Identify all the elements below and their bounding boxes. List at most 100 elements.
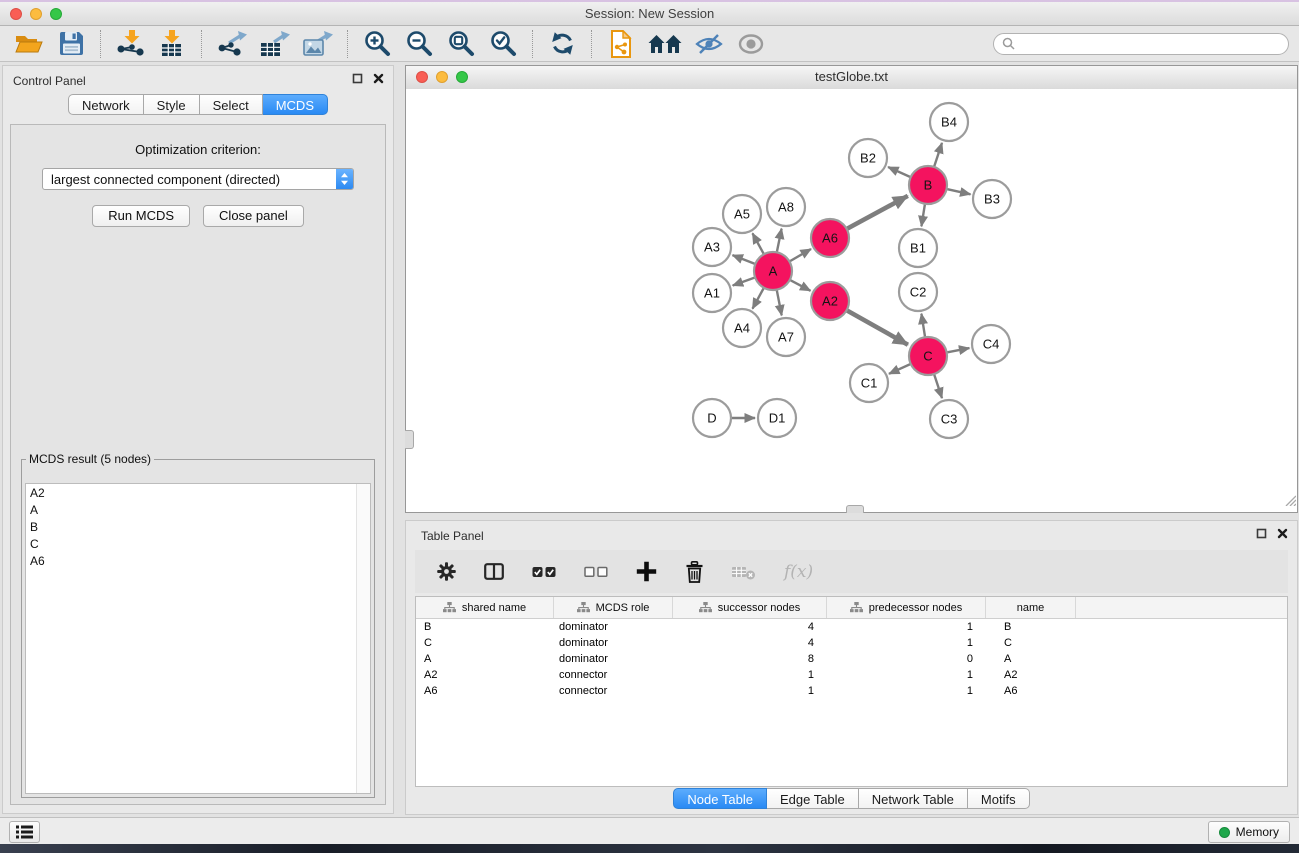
table-row[interactable]: A6connector11A6 bbox=[416, 683, 1287, 699]
table-cell[interactable]: 8 bbox=[673, 653, 827, 665]
create-column-icon[interactable] bbox=[636, 561, 657, 582]
resize-grip-icon[interactable] bbox=[1283, 493, 1296, 511]
table-cell[interactable]: 1 bbox=[673, 685, 827, 697]
graph-edge-C-C2[interactable] bbox=[921, 314, 925, 340]
graph-node-A[interactable]: A bbox=[754, 252, 792, 290]
graph-node-A2[interactable]: A2 bbox=[811, 282, 849, 320]
graph-node-D[interactable]: D bbox=[693, 399, 731, 437]
zoom-out-icon[interactable] bbox=[404, 28, 434, 60]
column-header-name[interactable]: name bbox=[986, 597, 1076, 618]
table-cell[interactable]: 1 bbox=[827, 685, 986, 697]
task-history-button[interactable] bbox=[9, 821, 40, 843]
export-table-icon[interactable] bbox=[259, 28, 290, 60]
graph-edge-C-C1[interactable] bbox=[889, 363, 913, 374]
import-network-icon[interactable] bbox=[115, 28, 145, 60]
network-window-titlebar[interactable]: testGlobe.txt bbox=[406, 66, 1297, 90]
network-minimize-icon[interactable] bbox=[436, 71, 448, 83]
graph-node-C[interactable]: C bbox=[909, 337, 947, 375]
select-all-columns-icon[interactable] bbox=[532, 566, 556, 578]
table-cell[interactable]: 4 bbox=[673, 621, 827, 633]
export-network-icon[interactable] bbox=[216, 28, 247, 60]
zoom-selected-icon[interactable] bbox=[488, 28, 518, 60]
graph-edge-C-C4[interactable] bbox=[945, 348, 970, 353]
graph-edge-A-A2[interactable] bbox=[788, 279, 811, 291]
close-panel-icon[interactable] bbox=[373, 73, 384, 84]
graph-node-C3[interactable]: C3 bbox=[930, 400, 968, 438]
network-maximize-icon[interactable] bbox=[456, 71, 468, 83]
graph-node-B1[interactable]: B1 bbox=[899, 229, 937, 267]
table-cell[interactable]: A6 bbox=[986, 685, 1076, 697]
graph-edge-A-A4[interactable] bbox=[753, 286, 765, 309]
table-cell[interactable]: C bbox=[416, 637, 554, 649]
column-header-successor-nodes[interactable]: successor nodes bbox=[673, 597, 827, 618]
table-row[interactable]: A2connector11A2 bbox=[416, 667, 1287, 683]
table-cell[interactable]: 1 bbox=[827, 669, 986, 681]
graph-node-A7[interactable]: A7 bbox=[767, 318, 805, 356]
result-scrollbar[interactable] bbox=[356, 484, 370, 793]
graph-edge-A2-C[interactable] bbox=[845, 309, 908, 344]
graph-node-B4[interactable]: B4 bbox=[930, 103, 968, 141]
show-graphics-details-icon[interactable] bbox=[736, 28, 766, 60]
delete-columns-icon[interactable] bbox=[685, 561, 704, 583]
tab-network-table[interactable]: Network Table bbox=[859, 788, 968, 809]
canvas-side-handle[interactable] bbox=[405, 430, 414, 449]
memory-button[interactable]: Memory bbox=[1208, 821, 1290, 843]
table-row[interactable]: Cdominator41C bbox=[416, 635, 1287, 651]
column-header-predecessor-nodes[interactable]: predecessor nodes bbox=[827, 597, 986, 618]
graph-node-B3[interactable]: B3 bbox=[973, 180, 1011, 218]
network-from-selection-icon[interactable] bbox=[606, 28, 636, 60]
graph-node-C4[interactable]: C4 bbox=[972, 325, 1010, 363]
table-cell[interactable]: B bbox=[416, 621, 554, 633]
table-cell[interactable]: A2 bbox=[986, 669, 1076, 681]
network-canvas[interactable]: AA1A2A3A4A5A6A7A8BB1B2B3B4CC1C2C3C4DD1 bbox=[406, 89, 1297, 512]
run-mcds-button[interactable]: Run MCDS bbox=[92, 205, 190, 227]
network-graph[interactable]: AA1A2A3A4A5A6A7A8BB1B2B3B4CC1C2C3C4DD1 bbox=[406, 89, 1297, 512]
table-cell[interactable]: dominator bbox=[554, 637, 673, 649]
table-cell[interactable]: A2 bbox=[416, 669, 554, 681]
table-cell[interactable]: A bbox=[986, 653, 1076, 665]
canvas-bottom-handle[interactable] bbox=[846, 505, 864, 513]
table-cell[interactable]: A bbox=[416, 653, 554, 665]
graph-edge-B-B1[interactable] bbox=[921, 202, 925, 227]
import-table-icon[interactable] bbox=[157, 28, 187, 60]
graph-node-C1[interactable]: C1 bbox=[850, 364, 888, 402]
graph-node-A8[interactable]: A8 bbox=[767, 188, 805, 226]
graph-edge-A-A6[interactable] bbox=[788, 249, 811, 263]
minimize-window-icon[interactable] bbox=[30, 8, 42, 20]
close-window-icon[interactable] bbox=[10, 8, 22, 20]
table-row[interactable]: Adominator80A bbox=[416, 651, 1287, 667]
graph-node-B2[interactable]: B2 bbox=[849, 139, 887, 177]
table-cell[interactable]: 0 bbox=[827, 653, 986, 665]
table-cell[interactable]: dominator bbox=[554, 621, 673, 633]
zoom-fit-icon[interactable] bbox=[446, 28, 476, 60]
table-row[interactable]: Bdominator41B bbox=[416, 619, 1287, 635]
graph-edge-A-A1[interactable] bbox=[733, 277, 757, 286]
graph-edge-A-A3[interactable] bbox=[733, 255, 758, 265]
table-cell[interactable]: connector bbox=[554, 669, 673, 681]
tab-network[interactable]: Network bbox=[68, 94, 144, 115]
tab-select[interactable]: Select bbox=[200, 94, 263, 115]
export-image-icon[interactable] bbox=[302, 28, 333, 60]
search-field[interactable] bbox=[993, 33, 1289, 55]
close-panel-icon[interactable] bbox=[1277, 528, 1288, 539]
graph-edge-A-A7[interactable] bbox=[776, 288, 781, 316]
column-header-shared-name[interactable]: shared name bbox=[416, 597, 554, 618]
graph-node-B[interactable]: B bbox=[909, 166, 947, 204]
graph-node-D1[interactable]: D1 bbox=[758, 399, 796, 437]
table-cell[interactable]: 4 bbox=[673, 637, 827, 649]
tab-mcds[interactable]: MCDS bbox=[263, 94, 328, 115]
network-close-icon[interactable] bbox=[416, 71, 428, 83]
tab-motifs[interactable]: Motifs bbox=[968, 788, 1030, 809]
tab-style[interactable]: Style bbox=[144, 94, 200, 115]
table-settings-icon[interactable] bbox=[437, 562, 456, 581]
graph-edge-A6-B[interactable] bbox=[845, 196, 908, 230]
graph-node-A1[interactable]: A1 bbox=[693, 274, 731, 312]
graph-edge-B-B4[interactable] bbox=[933, 143, 942, 169]
column-visibility-icon[interactable] bbox=[484, 563, 504, 580]
graph-edge-A-A5[interactable] bbox=[753, 233, 765, 256]
graph-edge-B-B3[interactable] bbox=[945, 189, 971, 195]
graph-node-A6[interactable]: A6 bbox=[811, 219, 849, 257]
hide-graphics-details-icon[interactable] bbox=[694, 28, 724, 60]
maximize-window-icon[interactable] bbox=[50, 8, 62, 20]
open-session-icon[interactable] bbox=[14, 28, 44, 60]
